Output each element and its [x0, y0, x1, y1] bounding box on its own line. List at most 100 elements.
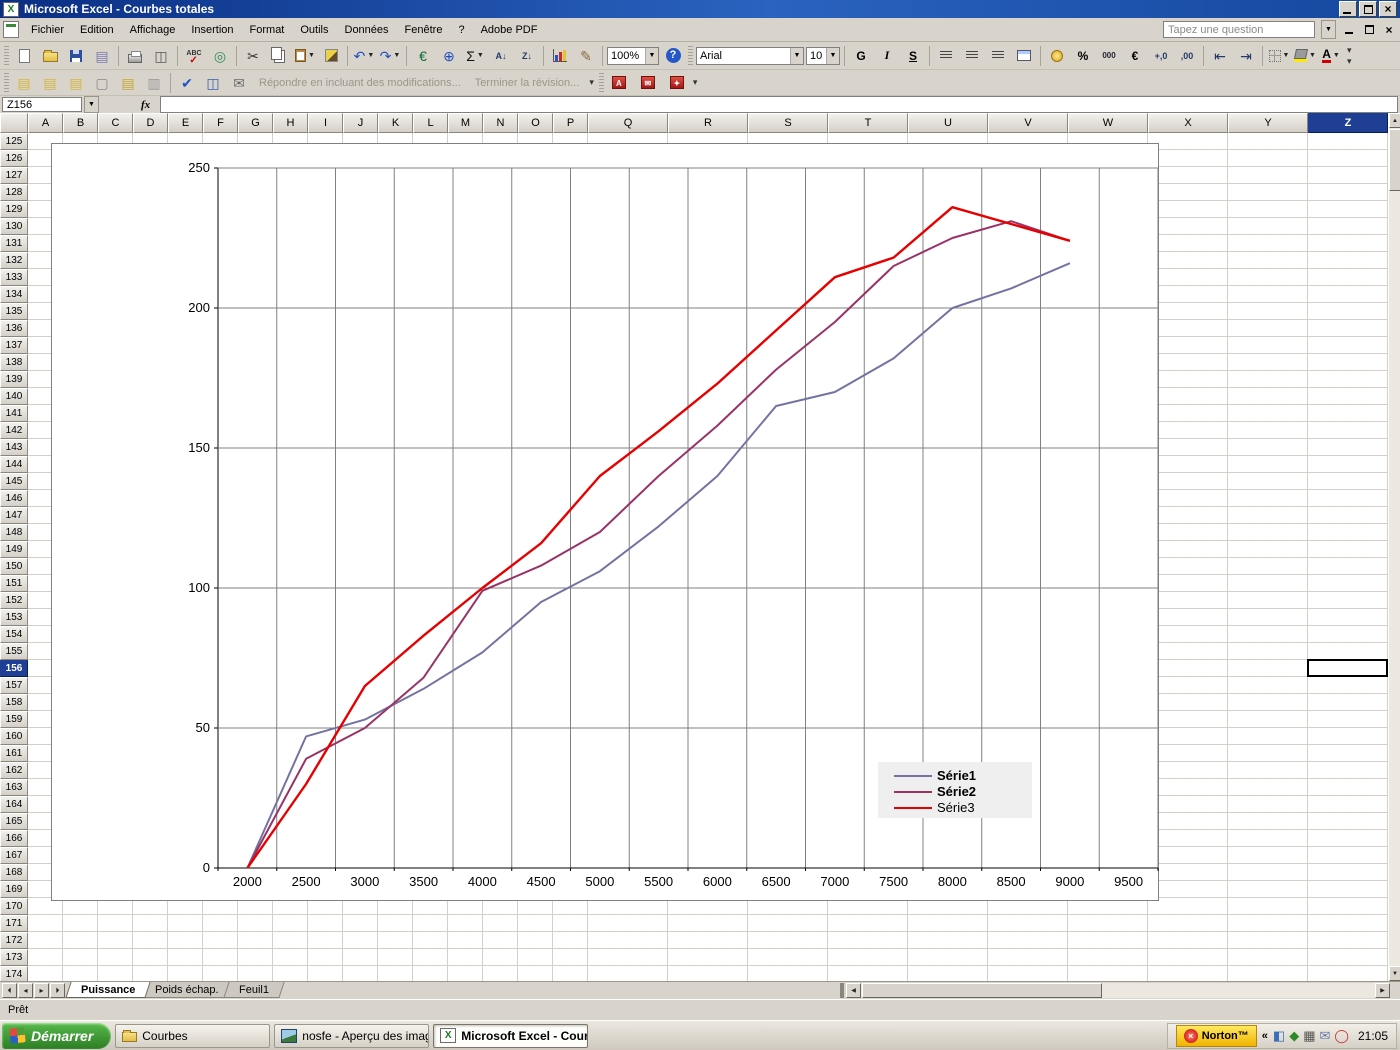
scroll-up-icon[interactable]: ▲ [1389, 113, 1400, 128]
row-header-167[interactable]: 167 [0, 847, 28, 864]
row-header-157[interactable]: 157 [0, 677, 28, 694]
row-header-156[interactable]: 156 [0, 660, 28, 677]
menu-adobe-pdf[interactable]: Adobe PDF [473, 21, 546, 39]
row-header-170[interactable]: 170 [0, 898, 28, 915]
row-header-142[interactable]: 142 [0, 422, 28, 439]
row-header-139[interactable]: 139 [0, 371, 28, 388]
row-header-147[interactable]: 147 [0, 507, 28, 524]
sheet-tab-puissance[interactable]: Puissance [65, 982, 151, 998]
merge-workbook-button[interactable]: ◫ [200, 71, 226, 95]
name-box[interactable]: Z156 [2, 97, 82, 112]
chevron-down-icon[interactable]: ▼ [826, 48, 839, 64]
chevron-down-icon[interactable]: ▼ [790, 48, 803, 64]
accept-changes-button[interactable]: ✔ [174, 71, 200, 95]
workbook-restore-button[interactable] [1362, 23, 1376, 36]
redo-button[interactable]: ↷▼ [377, 44, 403, 68]
task-button-folder[interactable]: Courbes [115, 1024, 270, 1048]
column-header-G[interactable]: G [238, 113, 273, 133]
task-button-image[interactable]: nosfe - Aperçu des imag... [274, 1024, 429, 1048]
row-header-160[interactable]: 160 [0, 728, 28, 745]
vertical-scroll-thumb[interactable] [1389, 129, 1400, 191]
column-header-D[interactable]: D [133, 113, 168, 133]
column-header-Q[interactable]: Q [588, 113, 668, 133]
align-right-button[interactable] [985, 44, 1011, 68]
permission-button[interactable]: ▤ [89, 44, 115, 68]
row-header-173[interactable]: 173 [0, 949, 28, 966]
row-header-174[interactable]: 174 [0, 966, 28, 981]
row-header-148[interactable]: 148 [0, 524, 28, 541]
save-button[interactable] [63, 44, 89, 68]
next-sheet-button[interactable]: ▸ [34, 983, 49, 998]
send-mail-button[interactable]: ✉ [226, 71, 252, 95]
norton-badge[interactable]: Norton™ [1176, 1025, 1257, 1047]
column-header-I[interactable]: I [308, 113, 343, 133]
row-header-165[interactable]: 165 [0, 813, 28, 830]
row-header-155[interactable]: 155 [0, 643, 28, 660]
toolbar-grip[interactable] [599, 73, 604, 93]
align-left-button[interactable] [933, 44, 959, 68]
row-header-130[interactable]: 130 [0, 218, 28, 235]
row-header-133[interactable]: 133 [0, 269, 28, 286]
column-header-T[interactable]: T [828, 113, 908, 133]
task-button-excel[interactable]: Microsoft Excel - Cour... [433, 1024, 588, 1048]
close-button[interactable] [1379, 1, 1397, 17]
column-header-E[interactable]: E [168, 113, 203, 133]
row-header-166[interactable]: 166 [0, 830, 28, 847]
row-header-143[interactable]: 143 [0, 439, 28, 456]
column-header-C[interactable]: C [98, 113, 133, 133]
chevron-down-icon[interactable]: ▼ [1321, 20, 1336, 39]
chart-object[interactable]: 0501001502002502000250030003500400045005… [51, 143, 1159, 901]
row-header-146[interactable]: 146 [0, 490, 28, 507]
open-button[interactable] [37, 44, 63, 68]
previous-comment-button[interactable]: ▤ [37, 71, 63, 95]
font-color-button[interactable]: A▼ [1318, 44, 1344, 68]
row-header-149[interactable]: 149 [0, 541, 28, 558]
fill-color-button[interactable]: ▼ [1292, 44, 1318, 68]
row-header-137[interactable]: 137 [0, 337, 28, 354]
convert-to-pdf-and-review-button[interactable]: ✦ [664, 71, 690, 95]
mail-icon[interactable]: ✉ [1320, 1029, 1331, 1042]
horizontal-scrollbar[interactable]: ◀ ▶ [846, 983, 1390, 998]
column-header-W[interactable]: W [1068, 113, 1148, 133]
workbook-close-button[interactable] [1382, 23, 1396, 36]
row-header-172[interactable]: 172 [0, 932, 28, 949]
drawing-button[interactable]: ✎ [573, 44, 599, 68]
menu-edition[interactable]: Edition [72, 21, 122, 39]
vertical-scrollbar[interactable]: ▲ ▼ [1388, 113, 1400, 981]
menu-donn-es[interactable]: Données [337, 21, 397, 39]
row-header-141[interactable]: 141 [0, 405, 28, 422]
italic-button[interactable]: I [874, 44, 900, 68]
row-header-140[interactable]: 140 [0, 388, 28, 405]
ask-question-input[interactable]: Tapez une question [1163, 21, 1315, 38]
show-all-comments-button[interactable]: ▤ [115, 71, 141, 95]
row-header-153[interactable]: 153 [0, 609, 28, 626]
end-review-button[interactable]: Terminer la révision... [468, 77, 587, 89]
currency-button[interactable] [1044, 44, 1070, 68]
toolbar-grip[interactable] [4, 46, 9, 66]
row-header-152[interactable]: 152 [0, 592, 28, 609]
horizontal-scroll-thumb[interactable] [862, 983, 1102, 998]
previous-sheet-button[interactable]: ◂ [18, 983, 33, 998]
row-header-126[interactable]: 126 [0, 150, 28, 167]
tray-chevron-icon[interactable]: « [1262, 1030, 1268, 1042]
column-header-S[interactable]: S [748, 113, 828, 133]
bold-button[interactable]: G [848, 44, 874, 68]
zoom-select[interactable]: 100%▼ [607, 47, 659, 65]
decrease-decimal-button[interactable]: ,00 [1174, 44, 1200, 68]
sort-ascending-button[interactable]: A↓ [488, 44, 514, 68]
first-sheet-button[interactable]: ⏴ [2, 983, 17, 998]
row-header-125[interactable]: 125 [0, 133, 28, 150]
toolbar-grip[interactable] [4, 73, 9, 93]
menu-affichage[interactable]: Affichage [122, 21, 184, 39]
sort-descending-button[interactable]: Z↓ [514, 44, 540, 68]
row-header-145[interactable]: 145 [0, 473, 28, 490]
row-header-169[interactable]: 169 [0, 881, 28, 898]
insert-hyperlink-button[interactable]: ⊕ [436, 44, 462, 68]
column-header-U[interactable]: U [908, 113, 988, 133]
increase-decimal-button[interactable]: +,0 [1148, 44, 1174, 68]
sheet-tab-feuil1[interactable]: Feuil1 [223, 982, 284, 998]
start-button[interactable]: Démarrer [2, 1023, 111, 1049]
row-header-168[interactable]: 168 [0, 864, 28, 881]
merge-center-button[interactable] [1011, 44, 1037, 68]
increase-indent-button[interactable]: ⇥ [1233, 44, 1259, 68]
